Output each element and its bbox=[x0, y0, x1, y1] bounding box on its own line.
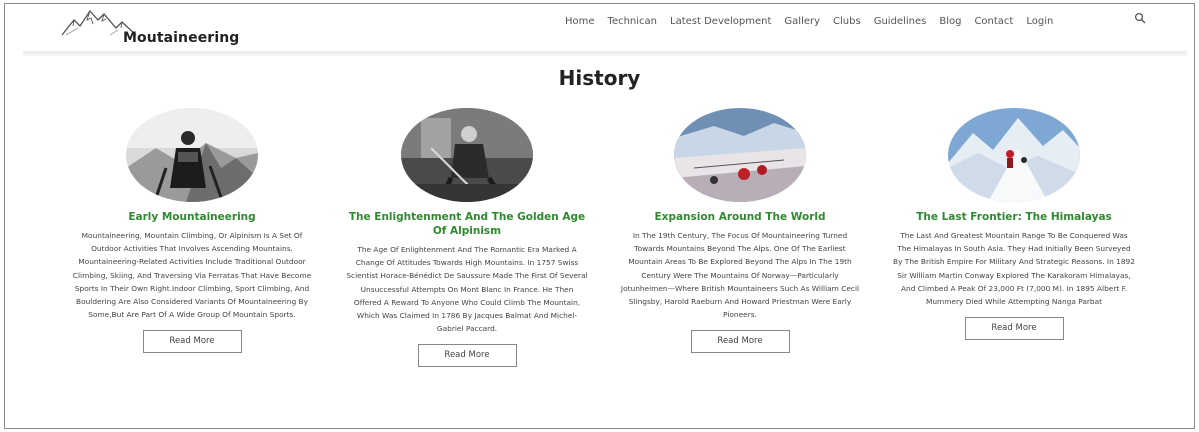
nav-clubs[interactable]: Clubs bbox=[833, 16, 861, 27]
alpinism-photo bbox=[401, 108, 533, 202]
main-nav: Home Technican Latest Development Galler… bbox=[565, 16, 1066, 27]
search-icon[interactable] bbox=[1134, 12, 1146, 24]
card-text: The Last And Greatest Mountain Range To … bbox=[893, 231, 1135, 307]
read-more-button[interactable]: Read More bbox=[690, 330, 790, 354]
history-card: The Enlightenment And The Golden Age Of … bbox=[342, 108, 592, 368]
nav-latest-development[interactable]: Latest Development bbox=[670, 16, 771, 27]
history-card: Early Mountaineering Mountaineering, Mou… bbox=[67, 108, 317, 354]
card-title: The Last Frontier: The Himalayas bbox=[916, 211, 1112, 223]
history-card: The Last Frontier: The Himalayas The Las… bbox=[889, 108, 1139, 341]
card-title: The Enlightenment And The Golden Age Of … bbox=[348, 211, 586, 237]
nav-contact[interactable]: Contact bbox=[974, 16, 1013, 27]
page-frame: Moutaineering Home Technican Latest Deve… bbox=[4, 3, 1195, 429]
read-more-button[interactable]: Read More bbox=[417, 344, 517, 368]
nav-gallery[interactable]: Gallery bbox=[784, 16, 820, 27]
site-header: Moutaineering Home Technican Latest Deve… bbox=[5, 4, 1194, 54]
read-more-button[interactable]: Read More bbox=[142, 330, 242, 354]
nav-login[interactable]: Login bbox=[1026, 16, 1053, 27]
card-text: The Age Of Enlightenment And The Romanti… bbox=[346, 245, 588, 334]
card-title: Early Mountaineering bbox=[128, 211, 256, 223]
header-divider bbox=[23, 51, 1187, 56]
himalayas-photo bbox=[948, 108, 1080, 202]
nav-technican[interactable]: Technican bbox=[608, 16, 657, 27]
expansion-photo bbox=[674, 108, 806, 202]
early-mountaineering-photo bbox=[126, 108, 258, 202]
nav-blog[interactable]: Blog bbox=[939, 16, 961, 27]
card-text: In The 19th Century, The Focus Of Mounta… bbox=[620, 231, 860, 320]
card-title: Expansion Around The World bbox=[654, 211, 826, 223]
card-text: Mountaineering, Mountain Climbing, Or Al… bbox=[72, 231, 312, 320]
read-more-button[interactable]: Read More bbox=[964, 317, 1064, 341]
nav-guidelines[interactable]: Guidelines bbox=[874, 16, 927, 27]
nav-home[interactable]: Home bbox=[565, 16, 595, 27]
history-card: Expansion Around The World In The 19th C… bbox=[615, 108, 865, 354]
brand-name[interactable]: Moutaineering bbox=[123, 30, 239, 46]
page-title: History bbox=[558, 66, 641, 90]
